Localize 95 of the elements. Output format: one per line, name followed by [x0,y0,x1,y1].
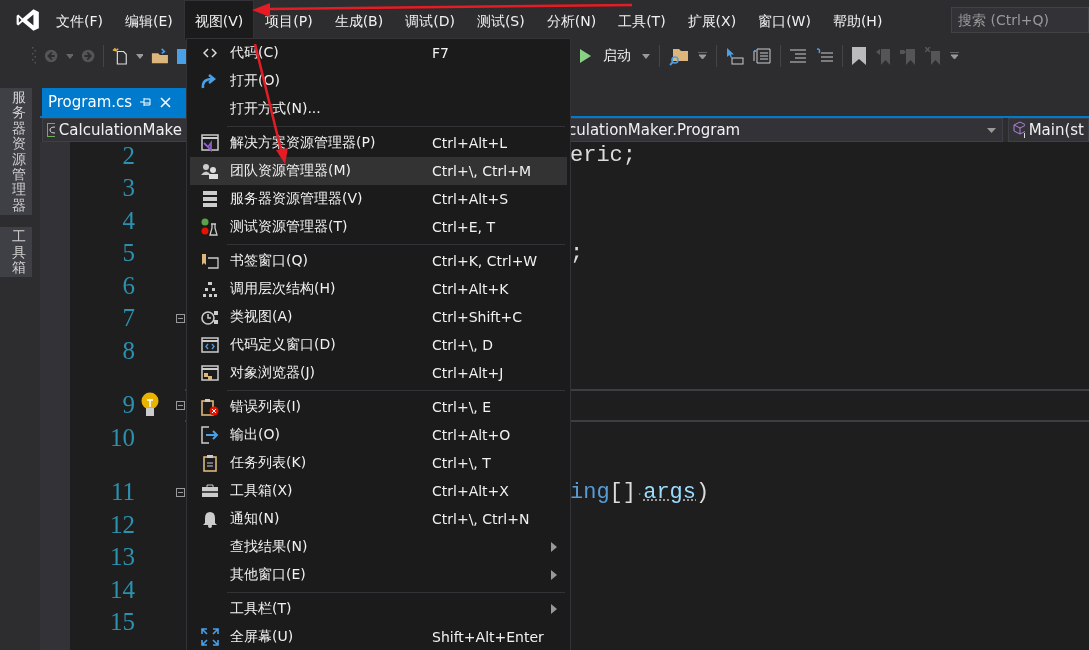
menu-item[interactable]: 任务列表(K) Ctrl+\, T [190,449,567,477]
clipboard-icon [203,454,217,472]
list-icon[interactable] [753,47,771,65]
menu-item[interactable]: 书签窗口(Q) Ctrl+K, Ctrl+W [190,247,567,275]
code-text: eric; [570,143,636,168]
menu-item[interactable]: 扩展(X) [676,0,748,40]
menu-item[interactable]: 工具(T) [607,0,677,40]
tab-title[interactable]: Program.cs [48,93,133,111]
menu-item[interactable]: 类视图(A) Ctrl+Shift+C [190,303,567,331]
menu-item[interactable]: 生成(B) [323,0,395,40]
menu-item[interactable]: 帮助(H) [821,0,894,40]
menu-item[interactable]: 编辑(E) [114,0,184,40]
menu-item[interactable]: 测试(S) [465,0,536,40]
overflow-icon[interactable] [698,52,707,60]
caret-icon[interactable] [136,53,144,59]
line-number: 5 [121,239,135,267]
logo-icon [15,7,41,33]
cursor-icon[interactable] [726,47,744,65]
object-browser-icon [201,365,219,381]
hierarchy-icon [202,281,218,297]
line-number: 3 [121,174,135,202]
test-flask-icon [201,218,219,236]
line-number: 6 [121,271,135,300]
menu-item[interactable]: 测试资源管理器(T) Ctrl+E, T [190,213,567,241]
menu-item[interactable]: 视图(V) [183,0,255,40]
lightbulb-icon[interactable] [140,392,160,418]
collapse-icon[interactable] [176,400,185,410]
project-dropdown[interactable]: CalculationMake [42,118,187,142]
output-arrow-icon [201,426,219,444]
menu-item[interactable]: 分析(N) [535,0,608,40]
bookmark-window-icon [201,253,219,269]
menu-item[interactable]: 通知(N) Ctrl+\, Ctrl+N [190,505,567,533]
menu-item[interactable]: 全屏幕(U) Shift+Alt+Enter [190,623,567,650]
menu-item[interactable]: 代码定义窗口(D) Ctrl+\, D [190,331,567,359]
side-tab[interactable]: 服务器资源管理器 [0,88,32,216]
side-tab[interactable]: 工具箱 [0,227,32,278]
menu-item[interactable]: 文件(F) [45,0,114,40]
solution-window-icon [201,134,219,152]
pin-icon[interactable] [140,97,153,107]
toolbox-icon [201,484,219,498]
line-number: 7 [121,304,135,332]
line-number: 2 [121,142,135,170]
line-number: 4 [121,206,135,235]
caret-icon[interactable] [65,53,73,59]
line-number: 8 [121,336,135,365]
fullscreen-icon [201,628,219,646]
people-icon [201,163,219,179]
line-number: 11 [109,478,135,506]
caret-icon [987,127,996,133]
line-number: 14 [109,575,135,604]
menu-item[interactable]: 调用层次结构(H) Ctrl+Alt+K [190,275,567,303]
menu-item[interactable]: 调试(D) [394,0,466,40]
code-text: ; [570,240,584,266]
code-window-icon [201,337,219,353]
menu-item[interactable]: 错误列表(I) Ctrl+\, E [190,393,567,421]
folder-search-icon[interactable] [669,46,689,66]
line-number: 10 [109,423,135,452]
member-dropdown[interactable]: Main(st [1008,118,1089,142]
menu-item[interactable]: 工具栏(T) [190,595,567,623]
code-text: ing[]·args) [570,479,710,505]
bookmark-icon[interactable] [852,47,866,65]
collapse-icon[interactable] [176,313,185,323]
code-brackets-icon [203,48,217,58]
bell-icon [202,510,218,528]
line-number: 13 [109,543,135,571]
caret-icon[interactable] [642,53,650,59]
menu-item[interactable]: 窗口(W) [747,0,822,40]
error-clipboard-icon [201,398,219,416]
line-number: 12 [109,510,135,539]
csharp-file-icon [47,123,55,137]
grip-icon [32,46,36,66]
indent-icon[interactable] [790,49,806,63]
menu-item[interactable]: 输出(O) Ctrl+Alt+O [190,421,567,449]
line-number: 15 [109,608,135,636]
new-file-icon[interactable] [112,46,129,66]
cube-icon [1013,121,1025,139]
play-icon[interactable] [579,48,592,64]
menu-item[interactable]: 其他窗口(E) [190,561,567,589]
menu-item[interactable]: 团队资源管理器(M) Ctrl+\, Ctrl+M [190,157,567,185]
search-field[interactable]: 搜索 (Ctrl+Q) [951,7,1089,33]
close-icon[interactable] [160,96,172,108]
server-icon [202,190,218,208]
document-tab[interactable]: Program.cs [42,88,187,116]
class-view-icon [201,308,219,326]
menu-item[interactable]: 工具箱(X) Ctrl+Alt+X [190,477,567,505]
line-number: 9 [121,391,135,419]
menu-item[interactable]: 对象浏览器(J) Ctrl+Alt+J [190,359,567,387]
menu-item[interactable]: 项目(P) [254,0,324,40]
collapse-icon[interactable] [176,487,185,497]
overflow-icon[interactable] [950,52,959,60]
folder-icon[interactable] [151,47,170,65]
comment-lines-icon[interactable] [815,48,833,64]
menu-item[interactable]: 服务器资源管理器(V) Ctrl+Alt+S [190,185,567,213]
start-button[interactable]: 启动 [601,45,633,67]
menu-item[interactable]: 查找结果(N) [190,533,567,561]
